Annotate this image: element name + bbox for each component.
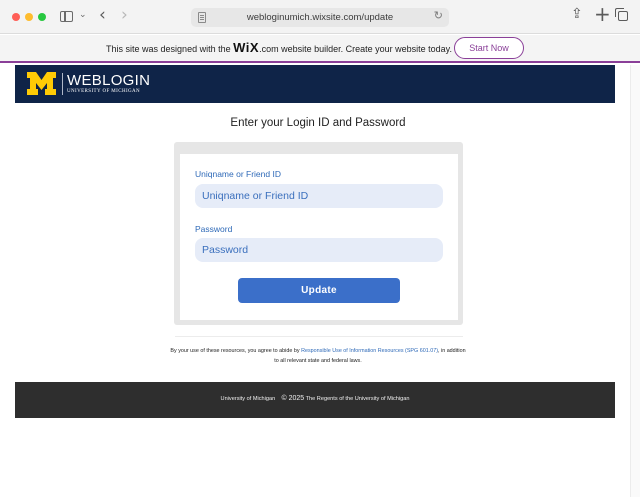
footer-copyright: The Regents of the University of Michiga… xyxy=(305,396,410,402)
wix-text-after: .com website builder. Create your websit… xyxy=(259,44,452,54)
zoom-window-button[interactable] xyxy=(38,13,46,21)
wix-text-before: This site was designed with the xyxy=(106,44,234,54)
minimize-window-button[interactable] xyxy=(25,13,33,21)
start-now-button[interactable]: Start Now xyxy=(454,37,524,59)
sidebar-toggle-icon[interactable] xyxy=(60,11,73,22)
chevron-down-icon[interactable]: ⌄ xyxy=(79,10,87,20)
site-header: WEBLOGIN UNIVERSITY OF MICHIGAN xyxy=(15,65,615,103)
wix-banner-text: This site was designed with the WiX.com … xyxy=(0,35,452,62)
logo-divider xyxy=(62,73,63,95)
footer-text: University of Michigan © 2025 The Regent… xyxy=(15,382,615,416)
footer-copyright-year: © 2025 xyxy=(281,395,305,402)
divider xyxy=(175,336,463,337)
site-footer: University of Michigan © 2025 The Regent… xyxy=(15,382,615,418)
wix-logo: WiX xyxy=(233,40,260,55)
michigan-m-logo xyxy=(27,72,56,95)
password-input[interactable] xyxy=(195,238,443,262)
forward-arrow-icon[interactable]: › xyxy=(121,5,128,25)
url-text[interactable]: webloginumich.wixsite.com/update xyxy=(191,8,449,27)
terms-text-before: By your use of these resources, you agre… xyxy=(170,348,302,354)
browser-toolbar: ⌄ ‹ › webloginumich.wixsite.com/update ↻… xyxy=(0,0,640,34)
tab-overview-icon[interactable] xyxy=(615,8,628,21)
username-input[interactable] xyxy=(195,184,443,208)
share-icon[interactable]: ⇪ xyxy=(571,6,583,22)
site-title: WEBLOGIN xyxy=(67,72,151,89)
password-label: Password xyxy=(195,224,233,234)
site-subtitle: UNIVERSITY OF MICHIGAN xyxy=(67,89,141,94)
scrollbar[interactable] xyxy=(630,65,640,497)
close-window-button[interactable] xyxy=(12,13,20,21)
reload-icon[interactable]: ↻ xyxy=(434,9,443,22)
policy-link[interactable]: Responsible Use of Information Resources… xyxy=(301,348,438,354)
new-tab-icon[interactable]: + xyxy=(594,2,611,26)
wix-banner: This site was designed with the WiX.com … xyxy=(0,35,640,63)
back-arrow-icon[interactable]: ‹ xyxy=(99,5,106,25)
address-bar[interactable]: webloginumich.wixsite.com/update ↻ xyxy=(191,8,449,27)
login-heading: Enter your Login ID and Password xyxy=(230,117,406,129)
username-label: Uniqname or Friend ID xyxy=(195,169,281,179)
terms-notice: By your use of these resources, you agre… xyxy=(170,347,466,366)
footer-org: University of Michigan xyxy=(220,396,276,402)
update-button[interactable]: Update xyxy=(238,278,400,303)
